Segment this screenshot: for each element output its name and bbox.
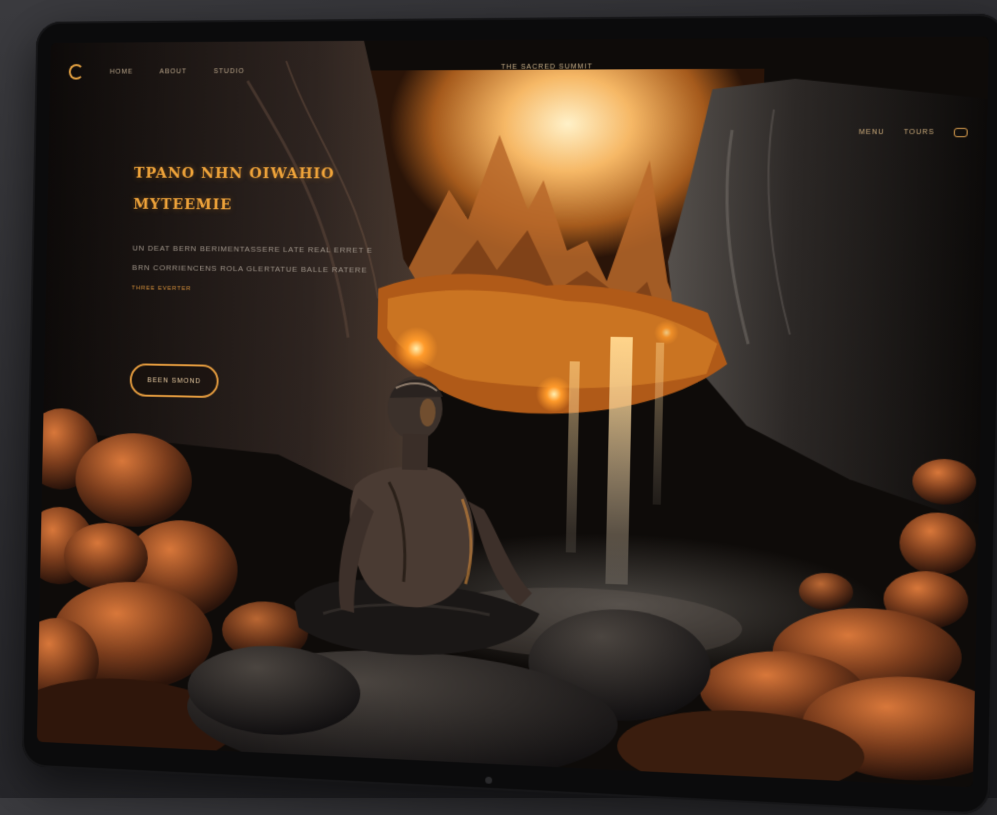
hero-title: TPANO NHN OIWAHIO MYTEEMIE bbox=[133, 157, 383, 221]
primary-nav: HOME ABOUT STUDIO bbox=[68, 63, 245, 80]
hero-title-line-1: TPANO NHN OIWAHIO bbox=[133, 163, 335, 183]
nav-link-menu[interactable]: MENU bbox=[859, 129, 885, 136]
secondary-nav: MENU TOURS bbox=[859, 127, 968, 138]
hero-title-line-2: MYTEEMIE bbox=[133, 195, 233, 214]
website-screen: HOME ABOUT STUDIO THE SACRED SUMMIT MENU… bbox=[36, 36, 989, 788]
nav-link-about[interactable]: ABOUT bbox=[159, 68, 187, 75]
hero-description-line-2: BRN CORRIENCENS ROLA GLERTATUE BALLE RAT… bbox=[132, 263, 368, 275]
nav-link-studio[interactable]: STUDIO bbox=[214, 68, 245, 75]
site-title: THE SACRED SUMMIT bbox=[500, 63, 593, 71]
monitor-frame: HOME ABOUT STUDIO THE SACRED SUMMIT MENU… bbox=[21, 13, 997, 815]
hero-description: UN DEAT BERN BERIMENTASSERE LATE REAL ER… bbox=[132, 239, 381, 281]
cta-button[interactable]: BEEN SMOND bbox=[129, 363, 219, 399]
logo-icon[interactable] bbox=[68, 64, 84, 80]
menu-icon[interactable] bbox=[953, 127, 968, 138]
hero-description-line-1: UN DEAT BERN BERIMENTASSERE LATE REAL ER… bbox=[132, 243, 373, 255]
nav-link-tours[interactable]: TOURS bbox=[904, 129, 935, 136]
webcam-dot bbox=[484, 776, 492, 784]
hero-content: TPANO NHN OIWAHIO MYTEEMIE UN DEAT BERN … bbox=[132, 157, 383, 294]
hero-background-scene bbox=[36, 36, 989, 788]
nav-link-home[interactable]: HOME bbox=[110, 68, 134, 75]
